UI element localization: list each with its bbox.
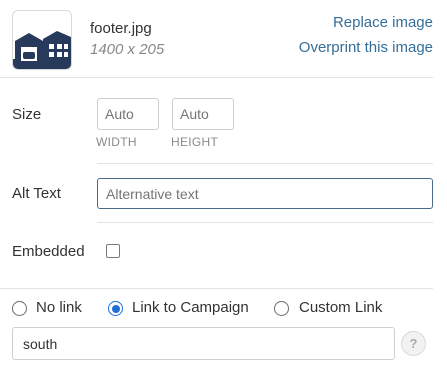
width-caption: WIDTH bbox=[96, 135, 137, 149]
image-thumbnail bbox=[12, 10, 72, 70]
width-input[interactable] bbox=[97, 98, 159, 130]
house-photo-icon bbox=[13, 11, 71, 69]
divider bbox=[0, 288, 433, 289]
alt-text-label: Alt Text bbox=[12, 185, 61, 202]
height-caption: HEIGHT bbox=[171, 135, 219, 149]
custom-link-radio[interactable] bbox=[274, 301, 289, 316]
divider bbox=[97, 163, 433, 164]
size-label: Size bbox=[12, 106, 42, 123]
no-link-radio[interactable] bbox=[12, 301, 27, 316]
alt-text-input[interactable] bbox=[97, 178, 433, 209]
divider bbox=[0, 77, 433, 78]
image-filename: footer.jpg bbox=[90, 20, 152, 37]
divider bbox=[97, 222, 433, 223]
link-to-campaign-label[interactable]: Link to Campaign bbox=[132, 299, 249, 316]
overprint-image-link[interactable]: Overprint this image bbox=[299, 39, 433, 56]
custom-link-label[interactable]: Custom Link bbox=[299, 299, 382, 316]
link-to-campaign-radio[interactable] bbox=[108, 301, 123, 316]
embedded-checkbox[interactable] bbox=[106, 244, 120, 258]
embedded-label: Embedded bbox=[12, 243, 85, 260]
replace-image-link[interactable]: Replace image bbox=[333, 14, 433, 31]
image-dimensions: 1400 x 205 bbox=[90, 41, 165, 58]
help-icon[interactable]: ? bbox=[401, 331, 426, 356]
height-input[interactable] bbox=[172, 98, 234, 130]
link-value-input[interactable] bbox=[12, 327, 395, 360]
no-link-label[interactable]: No link bbox=[36, 299, 82, 316]
